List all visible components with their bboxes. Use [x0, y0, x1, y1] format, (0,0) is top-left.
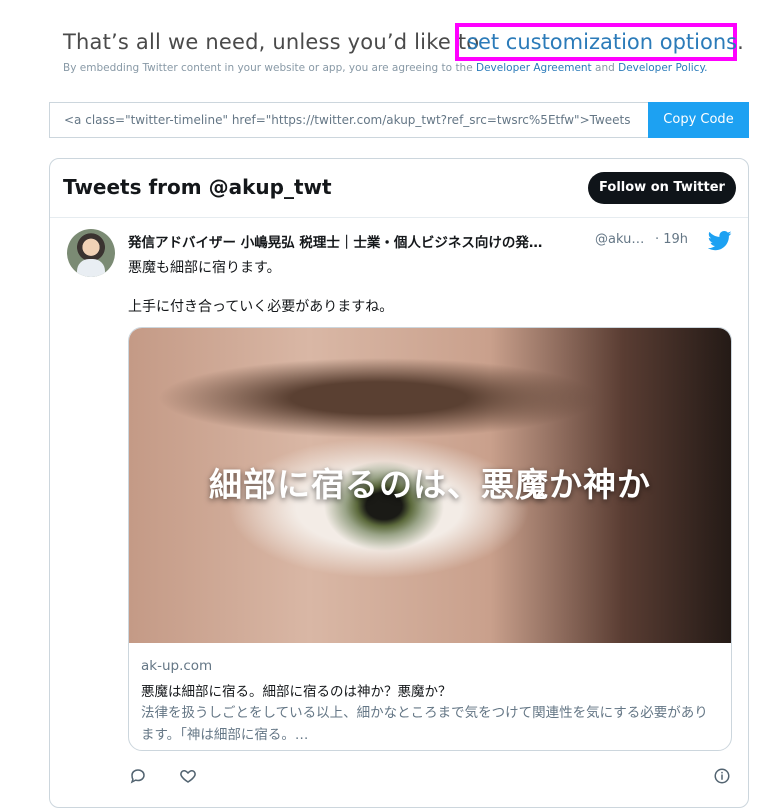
customization-link-highlight[interactable]: set customization options.	[455, 23, 744, 61]
and-text: and	[595, 62, 615, 74]
card-image-text: 細部に宿るのは、悪魔か神か	[209, 465, 651, 504]
period: .	[737, 30, 744, 54]
follow-on-twitter-button[interactable]: Follow on Twitter	[588, 172, 736, 204]
tweet-author-handle[interactable]: @aku…	[595, 232, 644, 247]
intro-text: That’s all we need, unless you’d like to	[63, 30, 480, 54]
card-description: 法律を扱うしごとをしている以上、細かなところまで気をつけて関連性を気にする必要が…	[141, 705, 708, 743]
like-icon[interactable]	[179, 767, 197, 785]
card-domain: ak-up.com	[141, 658, 213, 674]
reply-icon[interactable]	[129, 767, 147, 785]
avatar[interactable]	[67, 229, 115, 277]
info-icon[interactable]	[713, 767, 731, 785]
customization-link[interactable]: set customization options	[467, 30, 737, 54]
developer-policy-link[interactable]: Developer Policy.	[618, 62, 707, 74]
timeline-preview: Tweets from @akup_twt Follow on Twitter …	[49, 158, 749, 808]
card-image[interactable]: 細部に宿るのは、悪魔か神か	[129, 328, 731, 643]
tweet-timestamp[interactable]: · 19h	[655, 232, 688, 247]
disclaimer-text: By embedding Twitter content in your web…	[63, 62, 473, 74]
link-card[interactable]: 細部に宿るのは、悪魔か神か ak-up.com 悪魔は細部に宿る。細部に宿るのは…	[128, 327, 732, 751]
card-title: 悪魔は細部に宿る。細部に宿るのは神か？悪魔か？	[141, 684, 452, 700]
embed-code-input[interactable]	[49, 102, 649, 138]
twitter-bird-icon[interactable]	[708, 231, 732, 251]
copy-code-button[interactable]: Copy Code	[648, 102, 749, 138]
timeline-title: Tweets from @akup_twt	[63, 175, 332, 199]
headline-text: That’s all we need, unless you’d like to	[63, 30, 479, 54]
developer-agreement-link[interactable]: Developer Agreement	[476, 62, 592, 74]
tweet-text-line-2: 上手に付き合っていく必要がありますね。	[128, 299, 394, 315]
embed-code-row: Copy Code	[49, 102, 749, 138]
timeline-header: Tweets from @akup_twt Follow on Twitter	[50, 159, 748, 218]
disclaimer: By embedding Twitter content in your web…	[63, 62, 708, 74]
tweet-text-line-1: 悪魔も細部に宿ります。	[128, 260, 281, 276]
